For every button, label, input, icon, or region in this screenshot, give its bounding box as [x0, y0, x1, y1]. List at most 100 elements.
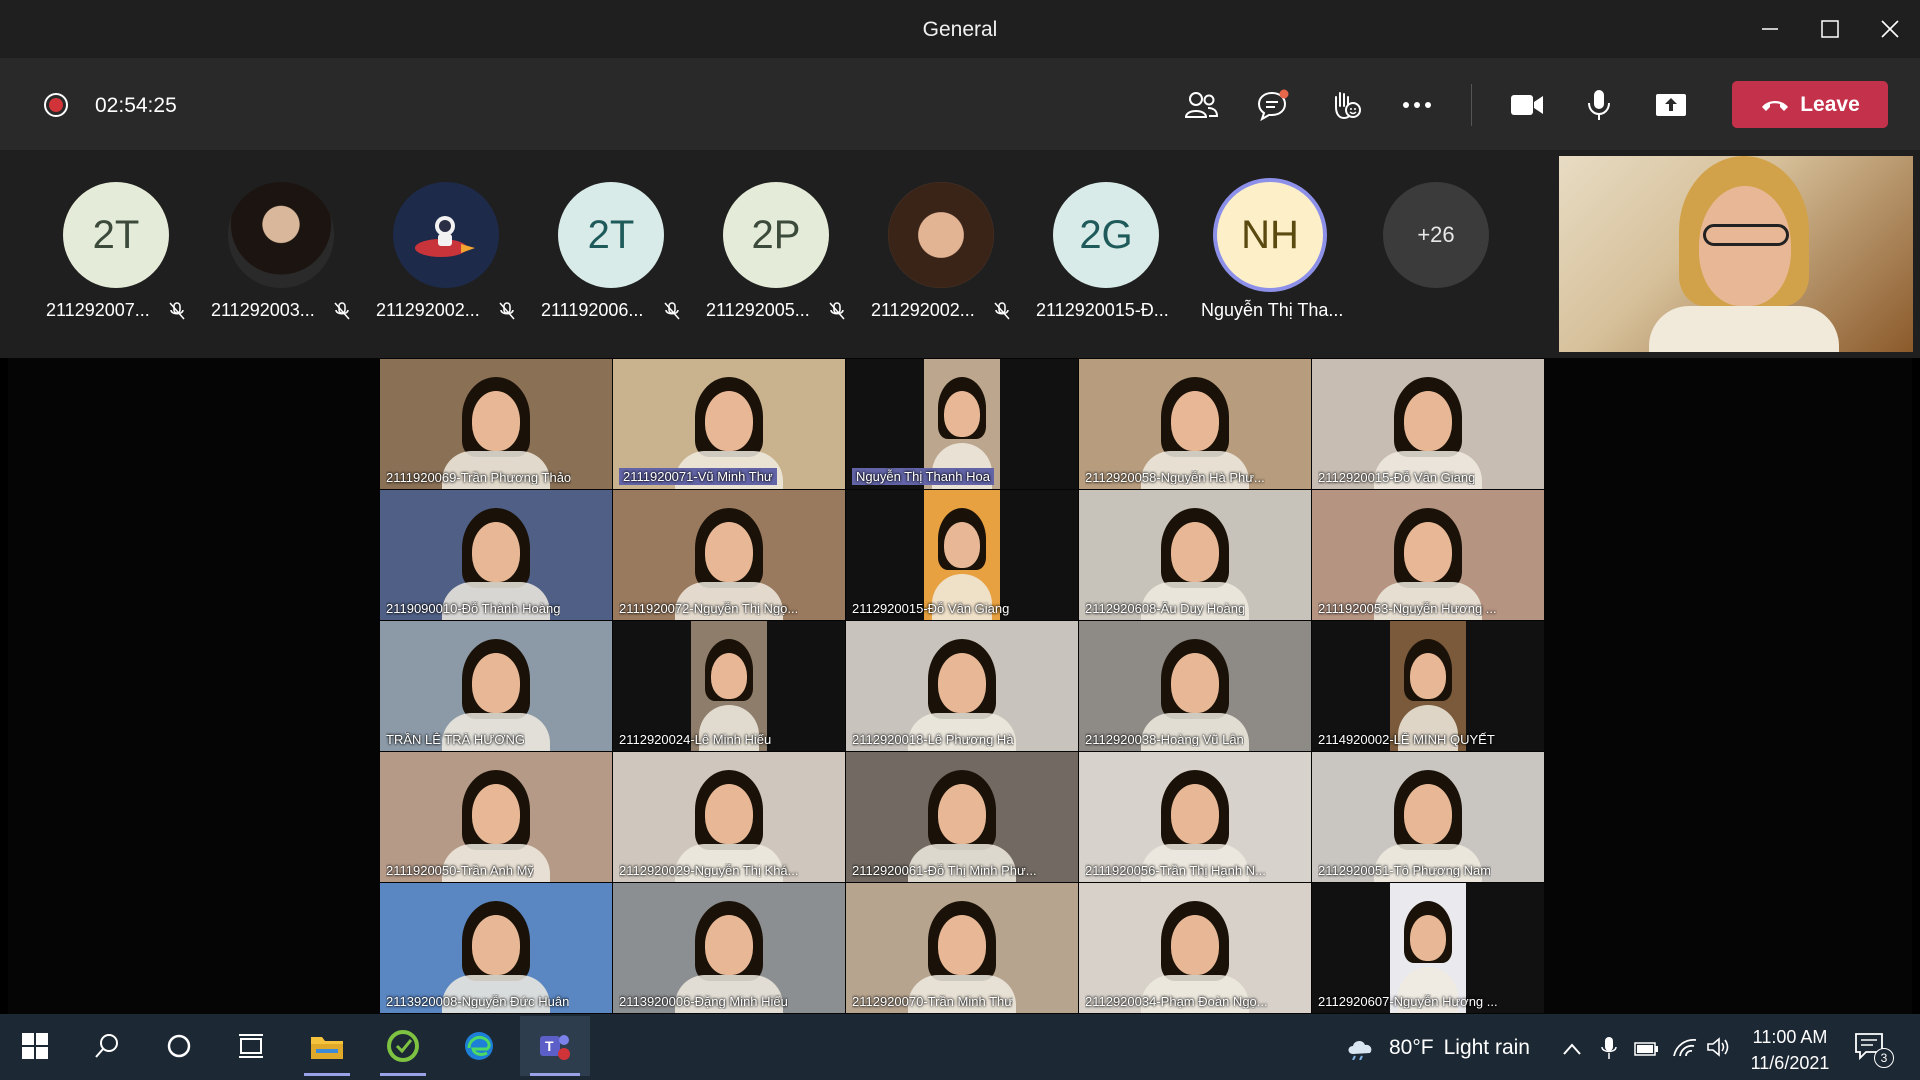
participant-avatar-speaking[interactable]: NH [1213, 178, 1327, 292]
chat-button[interactable] [1248, 82, 1298, 128]
volume-icon[interactable] [1706, 1036, 1730, 1058]
maximize-icon [1821, 20, 1839, 38]
participant-avatar-rocket[interactable] [393, 182, 499, 288]
participant-face [938, 784, 986, 844]
video-tile[interactable]: 2112920015-Đỗ Vân Giang [846, 490, 1078, 620]
wifi-icon[interactable] [1672, 1036, 1698, 1058]
video-tile[interactable]: 2112920061-Đỗ Thị Minh Phư... [846, 752, 1078, 882]
muted-mic-icon [829, 302, 845, 320]
video-tile[interactable]: 2112920038-Hoàng Vũ Lân [1079, 621, 1311, 751]
battery-icon[interactable] [1634, 1040, 1660, 1058]
title-bar: General [0, 0, 1920, 58]
video-tile[interactable]: 2112920058-Nguyễn Hà Phư... [1079, 359, 1311, 489]
participant-avatar[interactable]: 2P [723, 182, 829, 288]
participant-face [944, 522, 980, 568]
participant-face [1410, 915, 1446, 961]
share-screen-button[interactable] [1646, 82, 1696, 128]
participant-avatar-photo[interactable] [228, 182, 334, 288]
participant-face [472, 653, 520, 713]
video-tile[interactable]: 2112920070-Trần Minh Thư [846, 883, 1078, 1013]
teams-button[interactable]: T [520, 1016, 590, 1076]
video-tile[interactable]: 2114920002-LÊ MINH QUYẾT [1312, 621, 1544, 751]
participant-face [1171, 915, 1219, 975]
action-center-button[interactable]: 3 [1854, 1032, 1894, 1072]
video-tile[interactable]: 2112920029-Nguyễn Thị Khá... [613, 752, 845, 882]
file-explorer-button[interactable] [296, 1016, 358, 1076]
participants-button[interactable] [1176, 82, 1226, 128]
start-button[interactable] [4, 1016, 66, 1076]
video-tile-label: 2112920015-Đỗ Vân Giang [1318, 470, 1476, 485]
more-participants-button[interactable]: +26 [1383, 182, 1489, 288]
minimize-button[interactable] [1748, 10, 1792, 48]
teams-icon: T [540, 1035, 570, 1060]
chevron-up-icon[interactable] [1562, 1042, 1582, 1056]
task-view-button[interactable] [220, 1016, 282, 1076]
participant-avatar-photo[interactable] [888, 182, 994, 288]
video-tile[interactable]: 2111920071-Vũ Minh Thư [613, 359, 845, 489]
tray-microphone-icon[interactable] [1600, 1036, 1618, 1060]
video-tile-label: 2111920069-Trần Phương Thảo [386, 470, 572, 485]
self-video-preview [1559, 156, 1913, 352]
video-tile[interactable]: 2112920034-Phạm Đoàn Ngọ... [1079, 883, 1311, 1013]
folder-icon [311, 1037, 343, 1059]
muted-mic-icon [664, 302, 680, 320]
participant-face [472, 391, 520, 451]
participant-name: 211292002... [376, 300, 480, 320]
svg-text:T: T [545, 1038, 554, 1054]
video-tile[interactable]: TRẦN LÊ TRÀ HƯƠNG [380, 621, 612, 751]
microphone-icon [1588, 90, 1610, 120]
participant-face [472, 915, 520, 975]
video-tile[interactable]: 2112920608-Âu Duy Hoàng [1079, 490, 1311, 620]
maximize-button[interactable] [1808, 10, 1852, 48]
minimize-icon [1762, 28, 1778, 30]
video-camera-icon [1511, 95, 1543, 115]
participant-face [711, 653, 747, 699]
edge-button[interactable] [448, 1016, 510, 1076]
microphone-button[interactable] [1574, 82, 1624, 128]
video-tile[interactable]: 2111920050-Trần Anh Mỹ [380, 752, 612, 882]
cortana-icon [167, 1034, 191, 1058]
video-tile[interactable]: 2112920018-Lê Phương Hà [846, 621, 1078, 751]
search-button[interactable] [76, 1016, 138, 1076]
weather-widget[interactable]: 80°F Light rain [1345, 1036, 1530, 1060]
system-clock[interactable]: 11:00 AM 11/6/2021 [1740, 1024, 1840, 1076]
video-tile[interactable]: 2112920051-Tô Phương Nam [1312, 752, 1544, 882]
video-tile[interactable]: 2112920607-Nguyễn Hương ... [1312, 883, 1544, 1013]
participant-name: 211292002... [871, 300, 975, 320]
weather-temperature: 80°F [1389, 1036, 1434, 1059]
video-tile[interactable]: 2113920006-Đặng Minh Hiếu [613, 883, 845, 1013]
meeting-toolbar [0, 58, 1920, 150]
chat-icon [1257, 89, 1289, 121]
video-tile-label: 2112920024-Lê Minh Hiếu [619, 732, 772, 747]
more-icon [1403, 102, 1431, 108]
video-tile[interactable]: 2112920024-Lê Minh Hiếu [613, 621, 845, 751]
reactions-button[interactable] [1320, 82, 1370, 128]
muted-mic-icon [994, 302, 1010, 320]
video-tile[interactable]: Nguyễn Thị Thanh Hoa [846, 359, 1078, 489]
video-tile[interactable]: 2112920015-Đỗ Vân Giang [1312, 359, 1544, 489]
participant-face [1171, 522, 1219, 582]
participant-avatar[interactable]: 2G [1053, 182, 1159, 288]
participant-face [1410, 653, 1446, 699]
more-actions-button[interactable] [1392, 82, 1442, 128]
greenshot-button[interactable] [372, 1016, 434, 1076]
video-tile[interactable]: 2111920072-Nguyễn Thị Ngọ... [613, 490, 845, 620]
participant-face [1171, 391, 1219, 451]
video-tile[interactable]: 2111920056-Trần Thị Hạnh N... [1079, 752, 1311, 882]
astronaut-rocket-icon [415, 216, 475, 257]
video-tile[interactable]: 2111920069-Trần Phương Thảo [380, 359, 612, 489]
windows-taskbar [0, 1014, 1920, 1080]
video-tile-label: 2112920061-Đỗ Thị Minh Phư... [852, 863, 1037, 878]
camera-button[interactable] [1502, 82, 1552, 128]
participant-avatar[interactable]: 2T [558, 182, 664, 288]
windows-logo-icon [22, 1033, 48, 1059]
cortana-button[interactable] [148, 1016, 210, 1076]
participant-avatar[interactable]: 2T [63, 182, 169, 288]
close-button[interactable] [1868, 10, 1912, 48]
video-tile[interactable]: 2119090010-Đỗ Thành Hoàng [380, 490, 612, 620]
leave-button[interactable]: Leave [1732, 81, 1888, 128]
window-title: General [922, 18, 998, 41]
app-green-icon [387, 1030, 419, 1062]
video-tile[interactable]: 2113920008-Nguyễn Đức Huân [380, 883, 612, 1013]
video-tile[interactable]: 2111920053-Nguyễn Hương ... [1312, 490, 1544, 620]
